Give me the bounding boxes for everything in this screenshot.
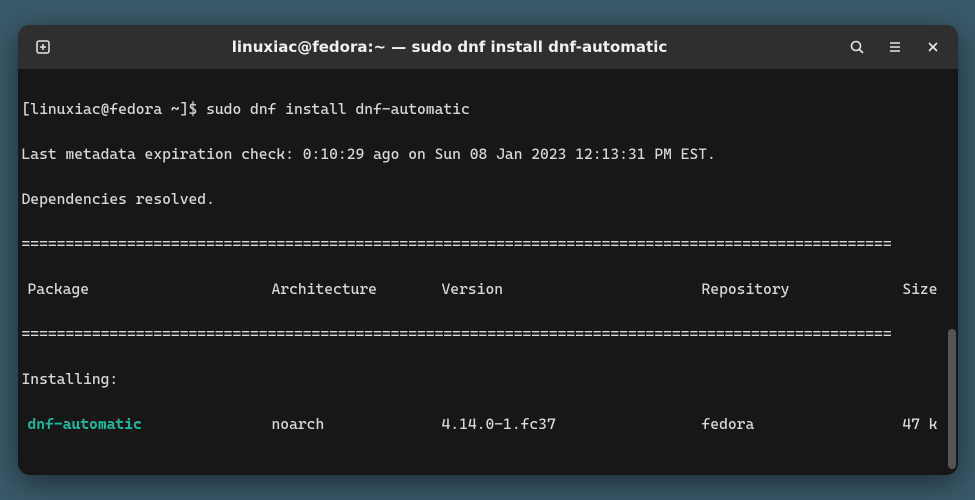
close-button[interactable]	[916, 30, 950, 64]
installing-label: Installing:	[22, 368, 950, 391]
package-version: 4.14.0-1.fc37	[442, 413, 702, 436]
table-header-row: PackageArchitectureVersionRepositorySize	[22, 278, 950, 301]
new-tab-button[interactable]	[26, 30, 60, 64]
scrollbar-thumb[interactable]	[948, 329, 956, 469]
shell-prompt: [linuxiac@fedora ~]$	[22, 100, 207, 118]
metadata-line: Last metadata expiration check: 0:10:29 …	[22, 143, 950, 166]
search-button[interactable]	[840, 30, 874, 64]
blank-line	[22, 458, 950, 476]
window-title: linuxiac@fedora:~ — sudo dnf install dnf…	[68, 38, 832, 56]
rule-line: ========================================…	[22, 233, 950, 256]
package-repo: fedora	[702, 413, 882, 436]
col-package: Package	[22, 278, 272, 301]
package-name: dnf-automatic	[22, 413, 272, 436]
col-arch: Architecture	[272, 278, 442, 301]
command-text: sudo dnf install dnf-automatic	[206, 100, 470, 118]
terminal-window: linuxiac@fedora:~ — sudo dnf install dnf…	[18, 25, 958, 475]
col-size: Size	[882, 278, 950, 301]
package-size: 47 k	[882, 413, 950, 436]
rule-line: ========================================…	[22, 323, 950, 346]
terminal-body[interactable]: [linuxiac@fedora ~]$ sudo dnf install dn…	[18, 69, 958, 475]
deps-line: Dependencies resolved.	[22, 188, 950, 211]
menu-button[interactable]	[878, 30, 912, 64]
col-version: Version	[442, 278, 702, 301]
titlebar: linuxiac@fedora:~ — sudo dnf install dnf…	[18, 25, 958, 69]
package-arch: noarch	[272, 413, 442, 436]
col-repo: Repository	[702, 278, 882, 301]
table-row: dnf-automaticnoarch4.14.0-1.fc37fedora47…	[22, 413, 950, 436]
